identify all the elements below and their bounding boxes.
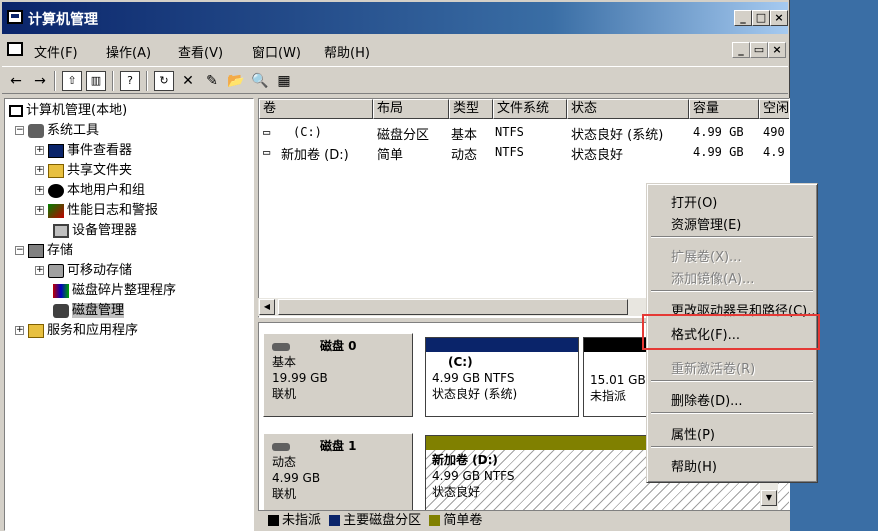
help-icon[interactable]: ? [120,71,140,91]
menu-item-delete-volume[interactable]: 删除卷(D)... [671,390,743,409]
partition-c[interactable]: (C:) 4.99 GB NTFS 状态良好 (系统) [425,337,579,417]
tree-item-device-manager[interactable]: 设备管理器 [53,221,137,241]
tree-item-storage[interactable]: − 存储 [15,241,73,261]
column-header-status[interactable]: 状态 [567,99,689,119]
tree-item-event-viewer[interactable]: + 事件查看器 [35,141,132,161]
menu-item-help[interactable]: 帮助(H) [671,456,717,475]
close-button[interactable]: × [770,10,788,26]
expand-icon[interactable]: + [35,166,44,175]
menu-item-extend-volume[interactable]: 扩展卷(X)... [671,246,741,265]
expand-icon[interactable]: + [35,266,44,275]
open-icon[interactable]: 📂 [226,71,246,91]
search-icon[interactable]: 🔍 [250,71,270,91]
tree-item-root[interactable]: 计算机管理(本地) [9,101,127,121]
column-header-layout[interactable]: 布局 [373,99,449,119]
volume-icon: ▭ [263,125,271,139]
tree-item-system-tools[interactable]: − 系统工具 [15,121,99,141]
tree-item-perf-logs[interactable]: + 性能日志和警报 [35,201,158,221]
users-icon [48,183,64,198]
menu-help[interactable]: 帮助(H) [324,42,370,61]
menu-view[interactable]: 查看(V) [178,42,223,61]
refresh-icon[interactable]: ↻ [154,71,174,91]
toolbar: ← → ⇧ ▥ ? ↻ ✕ ✎ 📂 🔍 ▦ [2,66,788,94]
column-header-type[interactable]: 类型 [449,99,493,119]
menu-item-add-mirror[interactable]: 添加镜像(A)... [671,268,754,287]
properties-icon[interactable]: ✎ [202,71,222,91]
menu-item-open[interactable]: 打开(O) [671,192,717,211]
computer-management-icon [7,10,23,24]
mdi-restore-button[interactable]: ▭ [750,42,768,58]
collapse-icon[interactable]: − [15,246,24,255]
event-viewer-icon [48,143,64,158]
legend-swatch-unallocated [268,515,279,526]
scroll-thumb[interactable] [278,299,628,315]
folder-icon [48,163,64,178]
console-tree: 计算机管理(本地) − 系统工具 + 事件查看器 + 共享文件夹 + 本地用户和组 + 性… [4,98,254,531]
document-icon[interactable] [7,42,23,56]
maximize-button[interactable]: □ [752,10,770,26]
menu-item-reactivate-volume[interactable]: 重新激活卷(R) [671,358,755,377]
menu-item-properties[interactable]: 属性(P) [671,424,715,443]
disk-1-label[interactable]: 磁盘 1 动态 4.99 GB 联机 [263,433,413,513]
tree-item-services[interactable]: + 服务和应用程序 [15,321,138,341]
column-header-volume[interactable]: 卷 [259,99,373,119]
legend-swatch-primary [329,515,341,526]
menu-action[interactable]: 操作(A) [106,42,151,61]
scroll-down-icon[interactable]: ▼ [761,490,777,506]
collapse-icon[interactable]: − [15,126,24,135]
forward-arrow-icon[interactable]: → [30,71,50,91]
legend: 未指派 主要磁盘分区 简单卷 [258,510,790,531]
performance-icon [48,203,64,218]
tree-item-defrag[interactable]: 磁盘碎片整理程序 [53,281,176,301]
storage-icon [28,243,44,258]
show-tree-icon[interactable]: ▥ [86,71,106,91]
column-header-capacity[interactable]: 容量 [689,99,759,119]
format-highlight-box [642,314,820,350]
disk-icon [272,342,290,351]
computer-icon [9,104,23,117]
tree-item-local-users[interactable]: + 本地用户和组 [35,181,145,201]
device-manager-icon [53,223,69,238]
tree-item-shared-folders[interactable]: + 共享文件夹 [35,161,132,181]
disk-icon [272,442,290,451]
window-title: 计算机管理 [28,12,98,28]
volume-icon: ▭ [263,145,271,159]
services-icon [28,323,44,338]
up-folder-icon[interactable]: ⇧ [62,71,82,91]
tools-icon [28,123,44,138]
mdi-minimize-button[interactable]: _ [732,42,750,58]
menu-file[interactable]: 文件(F) [34,42,78,61]
defrag-icon [53,283,69,298]
removable-storage-icon [48,263,64,278]
disk-view-vertical-scrollbar[interactable]: ▼ [760,482,778,510]
disk-settings-icon[interactable]: ▦ [274,71,294,91]
tree-item-removable-storage[interactable]: + 可移动存储 [35,261,132,281]
minimize-button[interactable]: _ [734,10,752,26]
disk-management-icon [53,303,69,318]
column-header-filesystem[interactable]: 文件系统 [493,99,567,119]
title-bar[interactable]: 计算机管理 _ □ × [2,2,788,34]
menu-window[interactable]: 窗口(W) [252,42,301,61]
expand-icon[interactable]: + [35,186,44,195]
mdi-close-button[interactable]: × [768,42,786,58]
disk-0-label[interactable]: 磁盘 0 基本 19.99 GB 联机 [263,333,413,417]
column-header-free[interactable]: 空闲 [759,99,789,119]
legend-swatch-simple [429,515,441,526]
back-arrow-icon[interactable]: ← [6,71,26,91]
scroll-left-icon[interactable]: ◀ [259,299,275,315]
delete-icon[interactable]: ✕ [178,71,198,91]
menu-item-explore[interactable]: 资源管理(E) [671,214,741,233]
tree-item-disk-management[interactable]: 磁盘管理 [53,301,125,321]
expand-icon[interactable]: + [35,146,44,155]
expand-icon[interactable]: + [35,206,44,215]
menu-bar: 文件(F) 操作(A) 查看(V) 窗口(W) 帮助(H) _ ▭ × [2,36,788,64]
expand-icon[interactable]: + [15,326,24,335]
